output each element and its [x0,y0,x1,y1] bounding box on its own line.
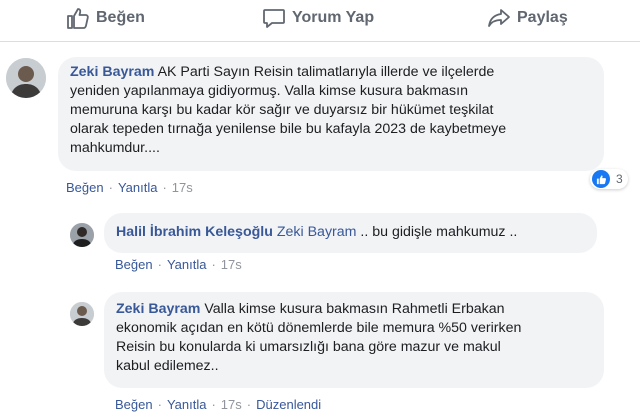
reply-reply-link[interactable]: Yanıtla [167,257,207,272]
separator-dot: · [108,180,113,195]
comment-text: AK Parti Sayın Reisin talimatlarıyla ill… [157,64,495,80]
reply-like-link[interactable]: Beğen [115,257,153,272]
reply-like-link[interactable]: Beğen [115,397,153,412]
comment-text-line: memuruna karşı bu kadar kör sağır ve duy… [70,102,494,118]
thumbs-up-icon [66,7,90,29]
comment-text-line: Zeki Bayram AK Parti Sayın Reisin talima… [70,63,592,82]
comment-reply-link[interactable]: Yanıtla [118,180,158,195]
mention-link[interactable]: Zeki Bayram [277,224,357,240]
reply-timestamp[interactable]: 17s [221,257,242,272]
action-bar-divider [0,41,640,42]
comment-author-link[interactable]: Zeki Bayram [70,64,154,80]
reply-text: Valla kimse kusura bakmasın Rahmetli Erb… [204,301,505,317]
reply-text-line: Halil İbrahim Keleşoğlu Zeki Bayram .. b… [116,223,585,242]
separator-dot: · [157,397,162,412]
comment-text-line: mahkumdur.... [70,140,160,156]
avatar[interactable] [70,302,94,326]
share-button[interactable]: Paylaş [487,4,568,32]
comment-button[interactable]: Yorum Yap [262,4,374,32]
reply-meta: Beğen · Yanıtla · 17s [115,257,242,272]
comment-meta: Beğen · Yanıtla · 17s [66,180,193,195]
reply-meta: Beğen · Yanıtla · 17s · Düzenlendi [115,397,321,412]
reply-author-link[interactable]: Halil İbrahim Keleşoğlu [116,224,273,240]
post-action-bar: Beğen Yorum Yap Paylaş [0,0,640,37]
comment-like-link[interactable]: Beğen [66,180,104,195]
comment-button-label: Yorum Yap [292,9,375,26]
avatar[interactable] [6,58,46,98]
comment-timestamp[interactable]: 17s [172,180,193,195]
separator-dot: · [211,397,216,412]
reply-text: .. bu gidişle mahkumuz .. [360,224,518,240]
reply-reply-link[interactable]: Yanıtla [167,397,207,412]
comment-text-line: olarak tepeden tırnağa yenilense bile bu… [70,121,507,137]
reply-bubble: Zeki Bayram Valla kimse kusura bakmasın … [104,292,604,388]
reply-timestamp[interactable]: 17s [221,397,242,412]
like-button[interactable]: Beğen [66,4,145,32]
speech-bubble-icon [262,7,286,29]
share-arrow-icon [487,7,511,29]
like-button-label: Beğen [96,9,145,26]
avatar[interactable] [70,223,94,247]
like-icon [592,170,610,188]
reaction-summary[interactable]: 3 [590,169,628,189]
separator-dot: · [162,180,167,195]
reaction-count: 3 [616,172,623,186]
reply-author-link[interactable]: Zeki Bayram [116,301,200,317]
comment-bubble: Zeki Bayram AK Parti Sayın Reisin talima… [58,57,604,171]
reply-text-line: Zeki Bayram Valla kimse kusura bakmasın … [116,300,592,319]
separator-dot: · [211,257,216,272]
reply-text-line: Reisin bu konularda ki umarsızlığı bana … [116,339,501,355]
reply-text-line: kabul edilemez.. [116,358,219,374]
separator-dot: · [246,397,252,412]
reply-text-line: ekonomik açıdan en kötü dönemlerde bile … [116,320,522,336]
edited-link[interactable]: Düzenlendi [256,397,321,412]
share-button-label: Paylaş [517,9,568,26]
separator-dot: · [157,257,162,272]
reply-bubble: Halil İbrahim Keleşoğlu Zeki Bayram .. b… [104,213,597,253]
comment-text-line: yeniden yapılanmaya gidiyormuş. Valla ki… [70,83,468,99]
